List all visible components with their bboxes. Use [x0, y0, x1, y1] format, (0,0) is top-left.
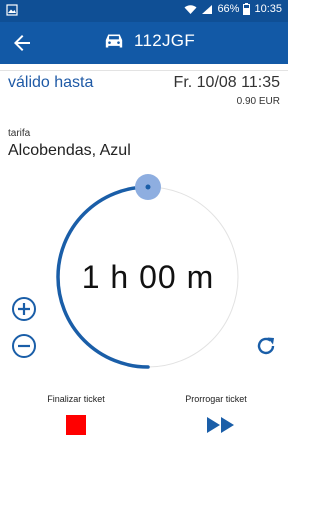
fast-forward-button[interactable]: [206, 415, 236, 435]
battery-icon: [243, 3, 251, 15]
status-bar: 66% 10:35: [0, 0, 288, 22]
status-icons: 66% 10:35: [184, 3, 282, 15]
extend-ticket-label: Prorrogar ticket: [185, 394, 247, 404]
gallery-notification-icon: [6, 4, 18, 16]
signal-icon: [202, 4, 213, 14]
vehicle-header: 112JGF: [104, 31, 195, 51]
dial-handle-dot: [145, 184, 151, 190]
license-plate: 112JGF: [134, 31, 196, 50]
refresh-icon[interactable]: [253, 333, 279, 359]
divider: [0, 70, 288, 71]
wifi-icon: [184, 4, 197, 14]
finish-ticket-label: Finalizar ticket: [47, 394, 105, 404]
extend-ticket-action: Prorrogar ticket: [156, 394, 276, 404]
valid-until-label: válido hasta: [8, 74, 94, 91]
battery-percent: 66%: [217, 3, 240, 15]
app-bar: 112JGF: [0, 22, 288, 64]
valid-until-date: Fr. 10/08 11:35: [173, 74, 280, 91]
car-icon: [105, 34, 123, 48]
clock: 10:35: [254, 3, 282, 15]
duration-display: 1 h 00 m: [81, 259, 215, 295]
back-arrow-icon[interactable]: [10, 31, 34, 55]
ticket-price: 0.90 EUR: [236, 96, 280, 107]
subtract-time-button[interactable]: [11, 333, 37, 359]
add-time-button[interactable]: [11, 296, 37, 322]
tariff-label: tarifa: [8, 128, 31, 139]
tariff-value: Alcobendas, Azul: [8, 142, 131, 159]
finish-ticket-action: Finalizar ticket: [16, 394, 136, 404]
stop-button[interactable]: [66, 415, 86, 435]
